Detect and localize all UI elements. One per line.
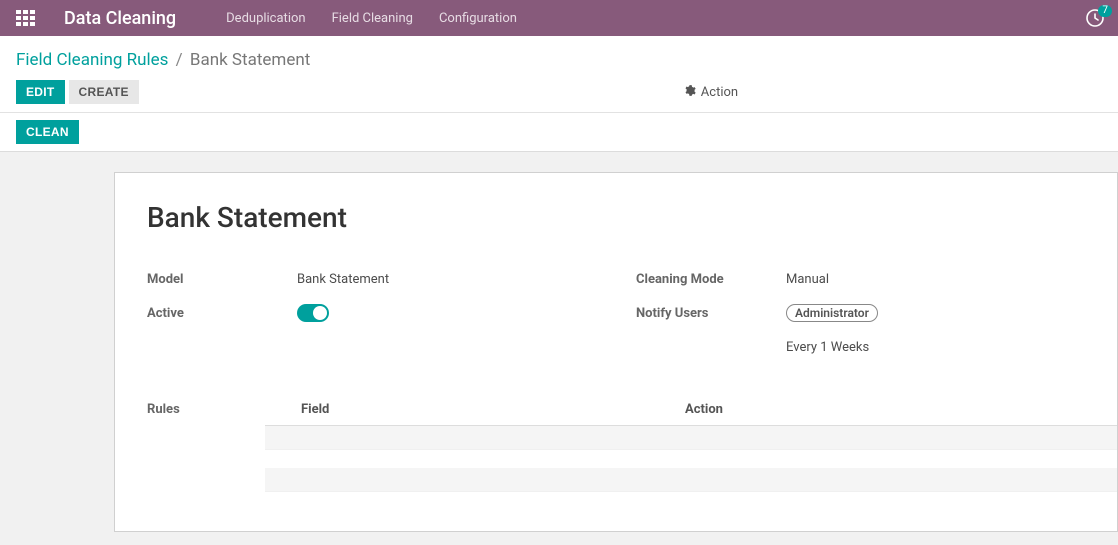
- label-model: Model: [147, 272, 297, 287]
- value-model: Bank Statement: [297, 272, 389, 287]
- app-title: Data Cleaning: [64, 8, 176, 29]
- activity-icon[interactable]: 7: [1086, 9, 1104, 27]
- create-button[interactable]: Create: [69, 80, 139, 104]
- apps-icon[interactable]: [16, 10, 36, 26]
- breadcrumb: Field Cleaning Rules / Bank Statement: [0, 36, 1118, 70]
- breadcrumb-current: Bank Statement: [190, 50, 310, 70]
- clean-button[interactable]: Clean: [16, 120, 79, 144]
- nav-item-configuration[interactable]: Configuration: [439, 11, 517, 26]
- label-cleaning-mode: Cleaning Mode: [636, 272, 786, 287]
- rules-col-field: Field: [265, 402, 685, 417]
- nav-item-field-cleaning[interactable]: Field Cleaning: [332, 11, 413, 26]
- activity-count: 7: [1098, 5, 1112, 17]
- record-title: Bank Statement: [147, 201, 1085, 234]
- nav-item-deduplication[interactable]: Deduplication: [226, 11, 305, 26]
- rules-col-action: Action: [685, 402, 1117, 417]
- notify-frequency: Every 1 Weeks: [786, 340, 869, 355]
- edit-button[interactable]: Edit: [16, 80, 65, 104]
- gear-icon: [683, 84, 696, 101]
- nav-menu: Deduplication Field Cleaning Configurati…: [226, 11, 517, 26]
- form-sheet: Bank Statement Model Bank Statement Acti…: [114, 172, 1118, 532]
- breadcrumb-sep: /: [172, 50, 187, 70]
- table-row[interactable]: [265, 426, 1117, 450]
- value-cleaning-mode: Manual: [786, 272, 829, 287]
- label-notify-users: Notify Users: [636, 306, 786, 321]
- label-rules: Rules: [115, 398, 265, 492]
- label-active: Active: [147, 306, 297, 321]
- action-label: Action: [701, 85, 738, 100]
- notify-user-tag[interactable]: Administrator: [786, 304, 878, 322]
- breadcrumb-parent[interactable]: Field Cleaning Rules: [16, 50, 168, 70]
- active-toggle[interactable]: [297, 304, 329, 322]
- table-row[interactable]: [265, 468, 1117, 492]
- rules-table: Field Action: [265, 398, 1117, 492]
- action-dropdown[interactable]: Action: [683, 84, 738, 101]
